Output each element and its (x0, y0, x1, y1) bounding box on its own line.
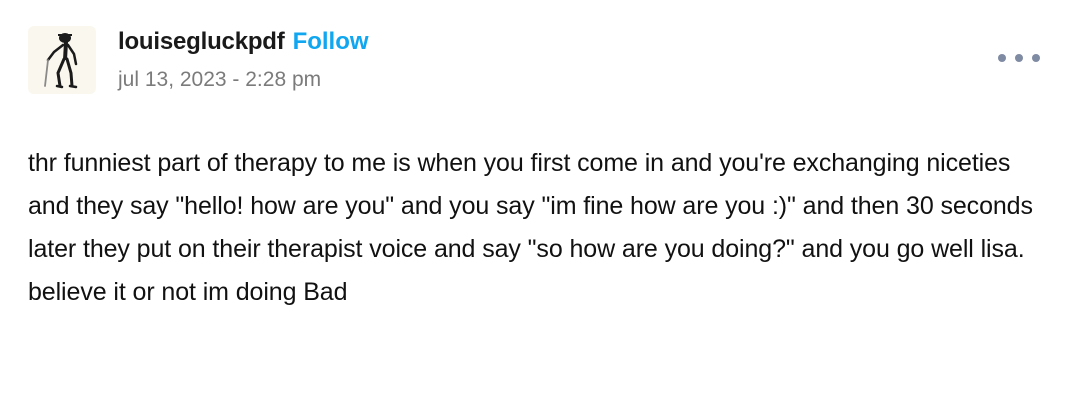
more-options-ellipsis-icon (1015, 54, 1023, 62)
follow-button[interactable]: Follow (293, 28, 369, 56)
more-options-ellipsis-icon (998, 54, 1006, 62)
post-timestamp[interactable]: jul 13, 2023 - 2:28 pm (118, 68, 369, 92)
post-header: louisegluckpdf Follow jul 13, 2023 - 2:2… (118, 28, 369, 92)
more-options-button[interactable] (998, 48, 1040, 68)
author-row: louisegluckpdf Follow (118, 28, 369, 58)
author-username[interactable]: louisegluckpdf (118, 28, 285, 56)
post-body-text: thr funniest part of therapy to me is wh… (28, 149, 1033, 306)
post-card: louisegluckpdf Follow jul 13, 2023 - 2:2… (0, 0, 1068, 404)
avatar[interactable] (28, 26, 96, 94)
more-options-ellipsis-icon (1032, 54, 1040, 62)
walking-figure-with-cane-icon (44, 33, 78, 89)
